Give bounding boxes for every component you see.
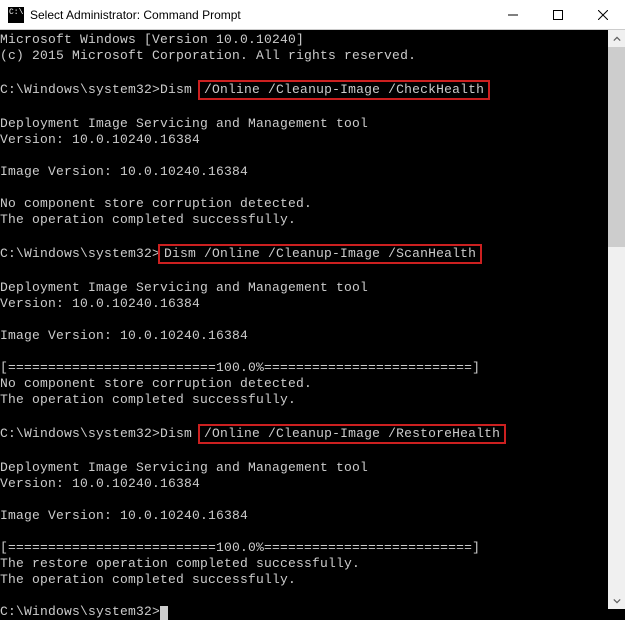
terminal-area: Microsoft Windows [Version 10.0.10240](c… — [0, 30, 625, 609]
prompt-line: C:\Windows\system32> — [0, 604, 608, 620]
output-line: [==========================100.0%=======… — [0, 540, 608, 556]
output-line: Deployment Image Servicing and Managemen… — [0, 280, 608, 296]
output-line: Image Version: 10.0.10240.16384 — [0, 328, 608, 344]
output-line: The operation completed successfully. — [0, 392, 608, 408]
command-line: C:\Windows\system32>Dism /Online /Cleanu… — [0, 80, 608, 100]
output-line: Version: 10.0.10240.16384 — [0, 296, 608, 312]
output-line: Version: 10.0.10240.16384 — [0, 132, 608, 148]
window-controls — [490, 0, 625, 29]
output-line — [0, 148, 608, 164]
scroll-up-button[interactable] — [608, 30, 625, 47]
output-line: Deployment Image Servicing and Managemen… — [0, 116, 608, 132]
output-line — [0, 408, 608, 424]
highlight-restorehealth: /Online /Cleanup-Image /RestoreHealth — [198, 424, 506, 444]
cmd-text: Dism — [160, 426, 200, 441]
output-line — [0, 264, 608, 280]
window-title: Select Administrator: Command Prompt — [30, 8, 490, 22]
output-line: (c) 2015 Microsoft Corporation. All righ… — [0, 48, 608, 64]
close-button[interactable] — [580, 0, 625, 29]
output-line: No component store corruption detected. — [0, 196, 608, 212]
output-line — [0, 444, 608, 460]
prompt: C:\Windows\system32> — [0, 246, 160, 261]
scrollbar[interactable] — [608, 30, 625, 609]
highlight-scanhealth: Dism /Online /Cleanup-Image /ScanHealth — [158, 244, 482, 264]
scroll-thumb[interactable] — [608, 47, 625, 247]
cmd-icon — [8, 7, 24, 23]
prompt: C:\Windows\system32> — [0, 82, 160, 97]
output-line — [0, 524, 608, 540]
output-line: [==========================100.0%=======… — [0, 360, 608, 376]
output-line — [0, 100, 608, 116]
output-line — [0, 344, 608, 360]
output-line: No component store corruption detected. — [0, 376, 608, 392]
scroll-down-button[interactable] — [608, 592, 625, 609]
output-line — [0, 180, 608, 196]
cmd-text: Dism — [160, 82, 200, 97]
output-line: Image Version: 10.0.10240.16384 — [0, 164, 608, 180]
minimize-button[interactable] — [490, 0, 535, 29]
command-line: C:\Windows\system32>Dism /Online /Cleanu… — [0, 424, 608, 444]
terminal-output[interactable]: Microsoft Windows [Version 10.0.10240](c… — [0, 30, 608, 609]
output-line: Microsoft Windows [Version 10.0.10240] — [0, 32, 608, 48]
maximize-button[interactable] — [535, 0, 580, 29]
output-line: Deployment Image Servicing and Managemen… — [0, 460, 608, 476]
output-line — [0, 588, 608, 604]
output-line — [0, 64, 608, 80]
command-line: C:\Windows\system32>Dism /Online /Cleanu… — [0, 244, 608, 264]
output-line: The operation completed successfully. — [0, 572, 608, 588]
output-line: Image Version: 10.0.10240.16384 — [0, 508, 608, 524]
output-line: The operation completed successfully. — [0, 212, 608, 228]
output-line — [0, 312, 608, 328]
output-line: Version: 10.0.10240.16384 — [0, 476, 608, 492]
cursor — [160, 606, 168, 620]
output-line — [0, 492, 608, 508]
prompt: C:\Windows\system32> — [0, 604, 160, 619]
output-line — [0, 228, 608, 244]
titlebar: Select Administrator: Command Prompt — [0, 0, 625, 30]
highlight-checkhealth: /Online /Cleanup-Image /CheckHealth — [198, 80, 490, 100]
prompt: C:\Windows\system32> — [0, 426, 160, 441]
output-line: The restore operation completed successf… — [0, 556, 608, 572]
